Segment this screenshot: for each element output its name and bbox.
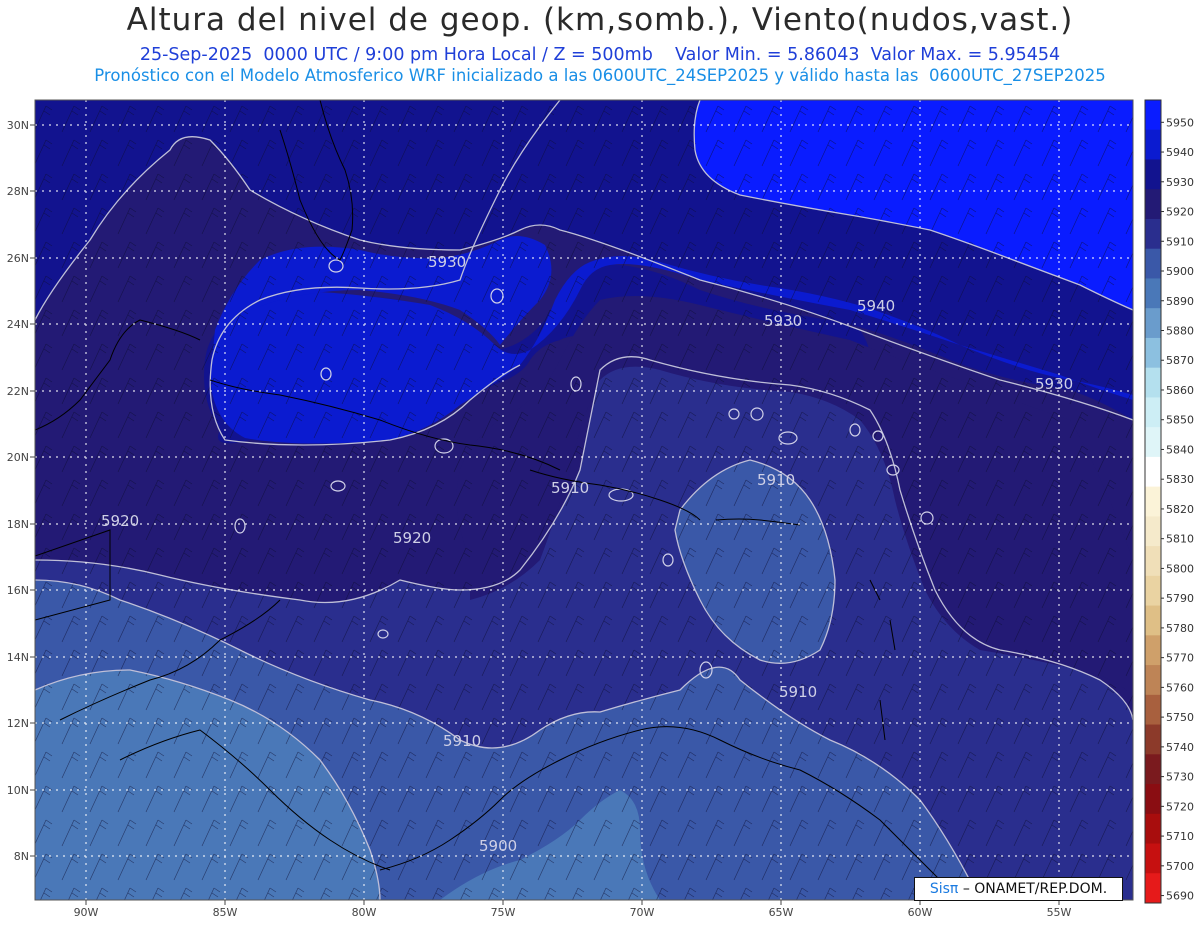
colorbar-label: 5700 xyxy=(1166,860,1194,873)
colorbar-swatch xyxy=(1145,100,1161,131)
lat-label: 12N xyxy=(7,717,29,730)
lon-label: 90W xyxy=(74,906,99,919)
colorbar-label: 5890 xyxy=(1166,295,1194,308)
lat-ticks xyxy=(30,124,35,857)
colorbar-swatch xyxy=(1145,159,1161,190)
contour-label: 5920 xyxy=(393,529,431,547)
lat-label: 16N xyxy=(7,584,29,597)
contour-label: 5910 xyxy=(551,479,589,497)
colorbar-label: 5790 xyxy=(1166,592,1194,605)
contour-label: 5940 xyxy=(857,297,895,315)
lat-label: 10N xyxy=(7,784,29,797)
colorbar-label: 5870 xyxy=(1166,354,1194,367)
lon-label: 70W xyxy=(630,906,655,919)
colorbar-label: 5750 xyxy=(1166,711,1194,724)
colorbar-swatch xyxy=(1145,218,1161,250)
colorbar-label: 5860 xyxy=(1166,384,1194,397)
colorbar-label: 5940 xyxy=(1166,146,1194,159)
sis-logo-text: Sisπ xyxy=(929,881,959,897)
lon-label: 75W xyxy=(491,906,516,919)
colorbar-label: 5830 xyxy=(1166,473,1194,486)
contour-label: 5930 xyxy=(428,253,466,271)
colorbar-swatch xyxy=(1145,575,1161,607)
colorbar-swatch xyxy=(1145,635,1161,666)
colorbar-label: 5760 xyxy=(1166,681,1194,694)
lon-label: 80W xyxy=(352,906,377,919)
colorbar-label: 5950 xyxy=(1166,116,1194,129)
lat-label: 18N xyxy=(7,518,29,531)
colorbar-swatch xyxy=(1145,784,1161,815)
colorbar-swatch xyxy=(1145,248,1161,279)
lat-label: 20N xyxy=(7,451,29,464)
colorbar-label: 5810 xyxy=(1166,533,1194,546)
colorbar-swatch xyxy=(1145,843,1161,874)
contour-label: 5920 xyxy=(101,512,139,530)
colorbar-label: 5780 xyxy=(1166,622,1194,635)
colorbar-swatch xyxy=(1145,486,1161,517)
colorbar-swatch xyxy=(1145,337,1161,369)
geopotential-map: 5930 5940 5930 5930 5920 5920 5910 5910 … xyxy=(7,99,1194,919)
colorbar-swatch xyxy=(1145,427,1161,458)
lat-label: 22N xyxy=(7,385,29,398)
credit-org: – ONAMET/REP.DOM. xyxy=(962,881,1108,897)
contour-label: 5930 xyxy=(764,312,802,330)
credit-box: Sisπ – ONAMET/REP.DOM. xyxy=(914,877,1123,901)
contour-label: 5910 xyxy=(757,471,795,489)
colorbar-label: 5920 xyxy=(1166,206,1194,219)
colorbar-label: 5910 xyxy=(1166,235,1194,248)
colorbar-swatch xyxy=(1145,516,1161,547)
lon-label: 60W xyxy=(908,906,933,919)
colorbar-label: 5850 xyxy=(1166,414,1194,427)
lon-axis: 90W 85W 80W 75W 70W 65W 60W 55W xyxy=(74,906,1072,919)
colorbar-label: 5840 xyxy=(1166,443,1194,456)
colorbar: 5950 5940 5930 5920 5910 5900 5890 5880 5870 5860… xyxy=(1145,100,1194,904)
lat-label: 30N xyxy=(7,119,29,132)
colorbar-swatch xyxy=(1145,605,1161,636)
colorbar-label: 5930 xyxy=(1166,176,1194,189)
colorbar-swatch xyxy=(1145,397,1161,428)
colorbar-label: 5900 xyxy=(1166,265,1194,278)
colorbar-swatch xyxy=(1145,813,1161,845)
colorbar-label: 5740 xyxy=(1166,741,1194,754)
colorbar-swatch xyxy=(1145,456,1161,488)
colorbar-label: 5720 xyxy=(1166,800,1194,813)
colorbar-label: 5730 xyxy=(1166,771,1194,784)
lat-label: 24N xyxy=(7,318,29,331)
map-field: 5930 5940 5930 5930 5920 5920 5910 5910 … xyxy=(35,100,1133,900)
colorbar-swatch xyxy=(1145,189,1161,220)
contour-label: 5900 xyxy=(479,837,517,855)
lon-label: 65W xyxy=(769,906,794,919)
colorbar-label: 5820 xyxy=(1166,503,1194,516)
wind-barbs xyxy=(35,100,1133,900)
lat-axis: 30N 28N 26N 24N 22N 20N 18N 16N 14N 12N … xyxy=(7,119,29,863)
lat-label: 28N xyxy=(7,185,29,198)
lat-label: 14N xyxy=(7,651,29,664)
lon-label: 55W xyxy=(1047,906,1072,919)
colorbar-label: 5800 xyxy=(1166,562,1194,575)
contour-label: 5910 xyxy=(443,732,481,750)
lat-label: 26N xyxy=(7,252,29,265)
colorbar-label: 5770 xyxy=(1166,652,1194,665)
lat-label: 8N xyxy=(14,850,29,863)
colorbar-swatch xyxy=(1145,129,1161,160)
colorbar-swatch xyxy=(1145,367,1161,398)
lon-label: 85W xyxy=(213,906,238,919)
colorbar-swatch xyxy=(1145,694,1161,726)
colorbar-label: 5690 xyxy=(1166,890,1194,903)
colorbar-swatch xyxy=(1145,873,1161,904)
contour-label: 5910 xyxy=(779,683,817,701)
colorbar-swatch xyxy=(1145,724,1161,755)
colorbar-label: 5880 xyxy=(1166,324,1194,337)
colorbar-swatch xyxy=(1145,665,1161,696)
colorbar-swatch xyxy=(1145,278,1161,309)
colorbar-swatch xyxy=(1145,754,1161,785)
colorbar-swatch xyxy=(1145,546,1161,577)
colorbar-label: 5710 xyxy=(1166,830,1194,843)
colorbar-swatch xyxy=(1145,308,1161,339)
contour-label: 5930 xyxy=(1035,375,1073,393)
